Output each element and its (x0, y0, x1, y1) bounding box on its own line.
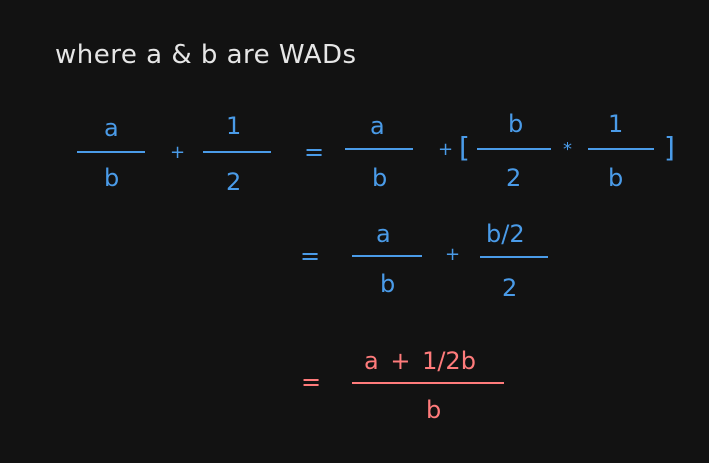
row3-equals: = (301, 368, 322, 396)
row1-frac1-numerator: a (104, 114, 119, 142)
row1-times: * (563, 139, 572, 160)
row1-frac1-bar (77, 151, 145, 153)
row1-frac5-bar (588, 148, 654, 150)
row3-fraction-bar (352, 382, 504, 384)
row1-frac3-denominator: b (372, 164, 388, 192)
row1-plus-2: + (438, 139, 454, 160)
row2-frac2-bar (480, 256, 548, 258)
row1-frac5-denominator: b (608, 164, 624, 192)
row1-frac2-numerator: 1 (226, 112, 242, 140)
row1-frac3-numerator: a (370, 112, 385, 140)
row1-equals: = (304, 138, 325, 166)
row1-frac5-numerator: 1 (608, 110, 624, 138)
whiteboard-canvas: where a & b are WADs a b + 1 2 = a b + [… (0, 0, 709, 463)
row2-frac1-bar (352, 255, 422, 257)
row3-numerator: a + 1/2b (364, 347, 476, 375)
row1-frac3-bar (345, 148, 413, 150)
row1-frac1-denominator: b (104, 164, 120, 192)
row2-frac1-denominator: b (380, 270, 396, 298)
row1-left-bracket: [ (459, 131, 470, 164)
row1-frac4-denominator: 2 (506, 164, 522, 192)
heading-text: where a & b are WADs (55, 40, 357, 70)
row2-frac1-numerator: a (376, 220, 391, 248)
row2-equals: = (300, 242, 321, 270)
row3-denominator: b (426, 396, 442, 424)
row1-frac4-bar (477, 148, 551, 150)
row1-frac2-denominator: 2 (226, 168, 242, 196)
row2-plus: + (445, 244, 461, 265)
row1-plus-1: + (170, 142, 186, 163)
row1-frac2-bar (203, 151, 271, 153)
row2-frac2-denominator: 2 (502, 274, 518, 302)
row2-frac2-numerator: b/2 (486, 220, 525, 248)
row1-frac4-numerator: b (508, 110, 524, 138)
row1-right-bracket: ] (664, 131, 675, 164)
